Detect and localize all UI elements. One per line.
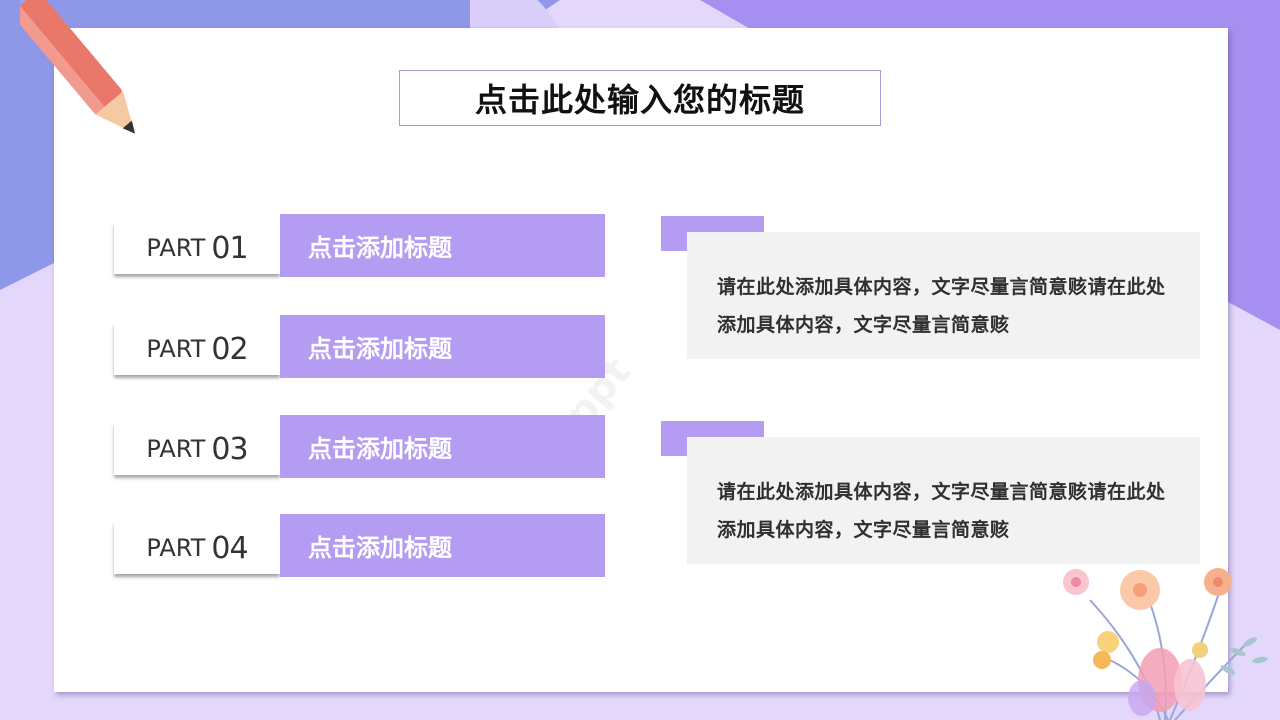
part-label-2: PART 02	[114, 323, 280, 375]
part-heading-bar-3[interactable]: 点击添加标题	[280, 415, 605, 478]
part-number: 01	[211, 230, 248, 266]
part-heading: 点击添加标题	[308, 335, 452, 363]
part-word: PART	[146, 534, 206, 562]
part-label-3: PART 03	[114, 423, 280, 475]
content-text: 请在此处添加具体内容，文字尽量言简意赅请在此处添加具体内容，文字尽量言简意赅	[717, 481, 1166, 541]
part-label-1: PART 01	[114, 222, 280, 274]
part-row-1: PART 01 点击添加标题	[114, 214, 606, 278]
title-box[interactable]: 点击此处输入您的标题	[399, 70, 881, 126]
content-text: 请在此处添加具体内容，文字尽量言简意赅请在此处添加具体内容，文字尽量言简意赅	[717, 276, 1166, 336]
part-heading-bar-4[interactable]: 点击添加标题	[280, 514, 605, 577]
part-heading-bar-1[interactable]: 点击添加标题	[280, 214, 605, 277]
part-word: PART	[146, 335, 206, 363]
part-row-3: PART 03 点击添加标题	[114, 415, 606, 479]
part-label-4: PART 04	[114, 522, 280, 574]
pencil-icon	[20, 0, 135, 134]
part-heading-bar-2[interactable]: 点击添加标题	[280, 315, 605, 378]
part-heading: 点击添加标题	[308, 534, 452, 562]
part-word: PART	[146, 234, 206, 262]
part-word: PART	[146, 435, 206, 463]
slide-title: 点击此处输入您的标题	[474, 81, 805, 119]
part-heading: 点击添加标题	[308, 435, 452, 463]
content-box-1[interactable]: 请在此处添加具体内容，文字尽量言简意赅请在此处添加具体内容，文字尽量言简意赅	[687, 232, 1200, 359]
flower-bouquet-icon	[1063, 568, 1268, 720]
part-heading: 点击添加标题	[308, 234, 452, 262]
content-box-2[interactable]: 请在此处添加具体内容，文字尽量言简意赅请在此处添加具体内容，文字尽量言简意赅	[687, 437, 1200, 564]
part-number: 03	[211, 431, 248, 467]
slide: ppt 点击此处输入您的标题 PART 01 点击添加标题 PART 02 点击…	[0, 0, 1280, 720]
part-number: 02	[211, 331, 248, 367]
part-number: 04	[211, 530, 248, 566]
part-row-2: PART 02 点击添加标题	[114, 315, 606, 379]
part-row-4: PART 04 点击添加标题	[114, 514, 606, 578]
